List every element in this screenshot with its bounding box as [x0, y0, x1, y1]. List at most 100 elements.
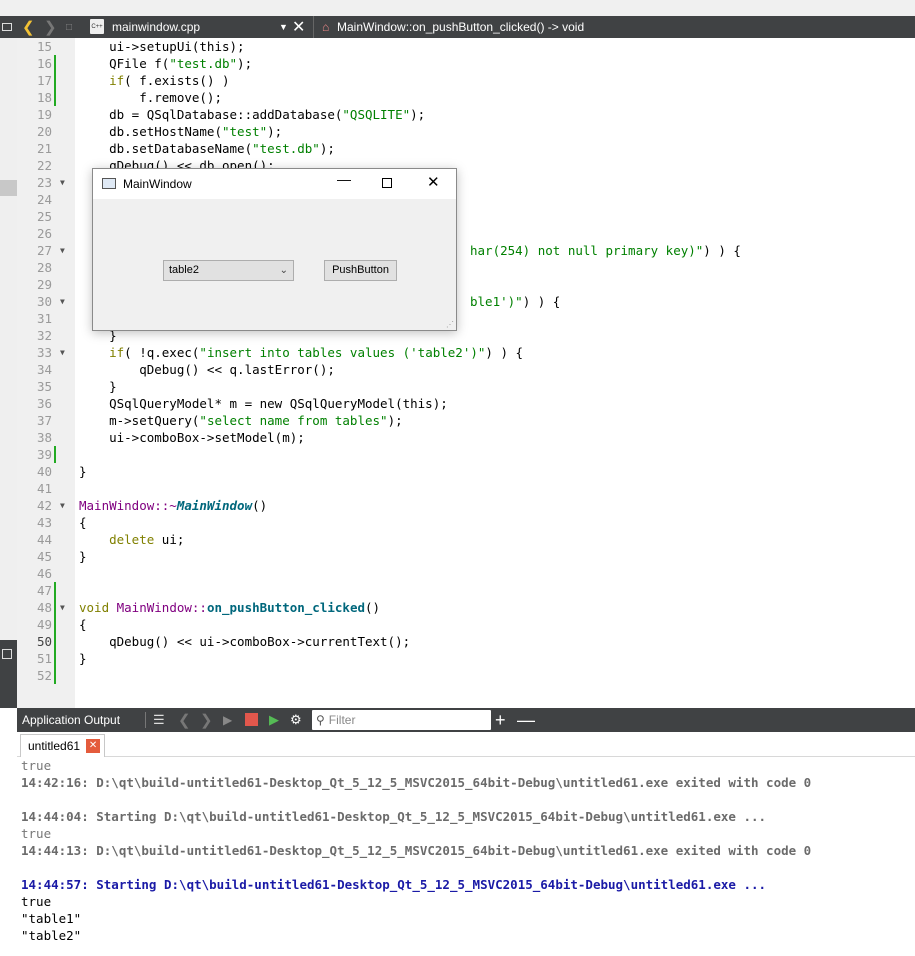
line-number: 45 [36, 549, 52, 564]
fold-arrow-icon[interactable]: ▼ [60, 599, 65, 616]
code-text: qDebug() << ui->comboBox->currentText(); [79, 634, 411, 649]
search-icon: ⚲ [316, 713, 325, 727]
code-line: 38 ui->comboBox->setModel(m); [17, 429, 915, 446]
code-text: void MainWindow::on_pushButton_clicked() [79, 600, 381, 615]
push-button[interactable]: PushButton [324, 260, 397, 281]
code-text: { [79, 515, 87, 530]
code-text: if( !q.exec("insert into tables values (… [79, 345, 524, 360]
tab-untitled61[interactable]: untitled61 ✕ [20, 734, 106, 757]
toolbar-divider [145, 712, 146, 728]
zoom-in-icon[interactable]: + [495, 708, 506, 732]
code-text: db.setHostName("test"); [79, 124, 283, 139]
code-line: 16 QFile f("test.db"); [17, 55, 915, 72]
code-line: 35 } [17, 378, 915, 395]
code-line: 33 ▼ if( !q.exec("insert into tables valu… [17, 344, 915, 361]
line-number: 52 [36, 668, 52, 683]
minimize-icon[interactable]: — [337, 171, 351, 187]
line-number: 39 [36, 447, 52, 462]
attach-icon[interactable]: ☰ [153, 708, 165, 732]
code-text: ble1')") ) { [470, 294, 561, 309]
line-number: 44 [36, 532, 52, 547]
run-icon[interactable]: ▶ [223, 708, 232, 732]
line-number: 51 [36, 651, 52, 666]
panel-toggle-icon[interactable] [2, 649, 12, 659]
code-text: MainWindow::~MainWindow() [79, 498, 268, 513]
code-line: 48 ▼ void MainWindow::on_pushButton_clicke… [17, 599, 915, 616]
code-line: 47 [17, 582, 915, 599]
change-marker [54, 582, 56, 599]
back-arrow-icon[interactable]: ❮ [22, 16, 35, 38]
close-document-icon[interactable]: ✕ [292, 16, 305, 38]
output-line: 14:44:04: Starting D:\qt\build-untitled6… [21, 809, 767, 824]
code-line: 49 { [17, 616, 915, 633]
close-tab-icon[interactable]: ✕ [86, 739, 101, 753]
code-line: 18 f.remove(); [17, 89, 915, 106]
code-line: 46 [17, 565, 915, 582]
cpp-file-icon: C++ [90, 19, 104, 34]
code-text: qDebug() << q.lastError(); [79, 362, 335, 377]
close-icon[interactable]: ✕ [427, 173, 440, 191]
maximize-icon[interactable] [382, 178, 392, 188]
change-marker [54, 55, 56, 72]
symbol-selector[interactable]: MainWindow::on_pushButton_clicked() -> v… [337, 16, 584, 38]
output-line: true [21, 758, 52, 773]
split-icon[interactable] [2, 23, 12, 31]
code-text: f.remove(); [79, 90, 222, 105]
change-marker [54, 667, 56, 684]
code-text: ui->comboBox->setModel(m); [79, 430, 305, 445]
output-panel-title: Application Output [22, 713, 121, 727]
chevron-down-icon[interactable]: ▼ [279, 16, 288, 38]
output-log[interactable]: true 14:42:16: D:\qt\build-untitled61-De… [21, 757, 911, 944]
code-text: ui->setupUi(this); [79, 39, 245, 54]
combo-value: table2 [169, 264, 199, 276]
app-window-titlebar[interactable]: MainWindow — ✕ [93, 169, 456, 199]
gear-icon[interactable]: ⚙ [290, 708, 302, 732]
stop-icon[interactable] [245, 713, 258, 726]
open-file-selector[interactable]: mainwindow.cpp [112, 16, 200, 38]
code-line: 36 QSqlQueryModel* m = new QSqlQueryMode… [17, 395, 915, 412]
line-number: 47 [36, 583, 52, 598]
change-marker [54, 633, 56, 650]
code-editor[interactable]: 15 ui->setupUi(this); 16 QFile f("test.d… [17, 38, 915, 684]
line-number: 30 [36, 294, 52, 309]
line-number: 26 [36, 226, 52, 241]
lock-icon[interactable]: □ [66, 16, 72, 38]
app-window[interactable]: MainWindow — ✕ table2 ⌄ PushButton ⋰ [92, 168, 457, 331]
fold-arrow-icon[interactable]: ▼ [60, 497, 65, 514]
table-combo-box[interactable]: table2 ⌄ [163, 260, 294, 281]
code-text: QFile f("test.db"); [79, 56, 253, 71]
code-line: 37 m->setQuery("select name from tables"… [17, 412, 915, 429]
window-top-strip [0, 0, 915, 16]
line-number: 42 [36, 498, 52, 513]
filter-input[interactable]: ⚲ Filter [312, 710, 491, 730]
line-number: 24 [36, 192, 52, 207]
line-number: 49 [36, 617, 52, 632]
next-item-icon[interactable]: ❯ [200, 708, 213, 732]
code-line: 17 if( f.exists() ) [17, 72, 915, 89]
previous-item-icon[interactable]: ❮ [178, 708, 191, 732]
fold-arrow-icon[interactable]: ▼ [60, 293, 65, 310]
fold-arrow-icon[interactable]: ▼ [60, 174, 65, 191]
zoom-out-icon[interactable]: — [517, 708, 535, 732]
line-number: 25 [36, 209, 52, 224]
output-line: 14:44:57: Starting D:\qt\build-untitled6… [21, 877, 767, 892]
forward-arrow-icon[interactable]: ❯ [44, 16, 57, 38]
line-number: 21 [36, 141, 52, 156]
line-number: 38 [36, 430, 52, 445]
fold-arrow-icon[interactable]: ▼ [60, 344, 65, 361]
code-line: 50 qDebug() << ui->comboBox->currentText… [17, 633, 915, 650]
code-line: 19 db = QSqlDatabase::addDatabase("QSQLI… [17, 106, 915, 123]
output-line: true [21, 826, 52, 841]
code-line: 39 [17, 446, 915, 463]
change-marker [54, 599, 56, 616]
chevron-down-icon: ⌄ [279, 265, 288, 276]
code-line: 52 [17, 667, 915, 684]
code-line: 40} [17, 463, 915, 480]
code-text: db.setDatabaseName("test.db"); [79, 141, 335, 156]
line-number: 18 [36, 90, 52, 105]
code-line: 20 db.setHostName("test"); [17, 123, 915, 140]
rerun-icon[interactable]: ▶ [269, 708, 279, 732]
resize-grip-icon[interactable]: ⋰ [446, 320, 454, 329]
fold-arrow-icon[interactable]: ▼ [60, 242, 65, 259]
